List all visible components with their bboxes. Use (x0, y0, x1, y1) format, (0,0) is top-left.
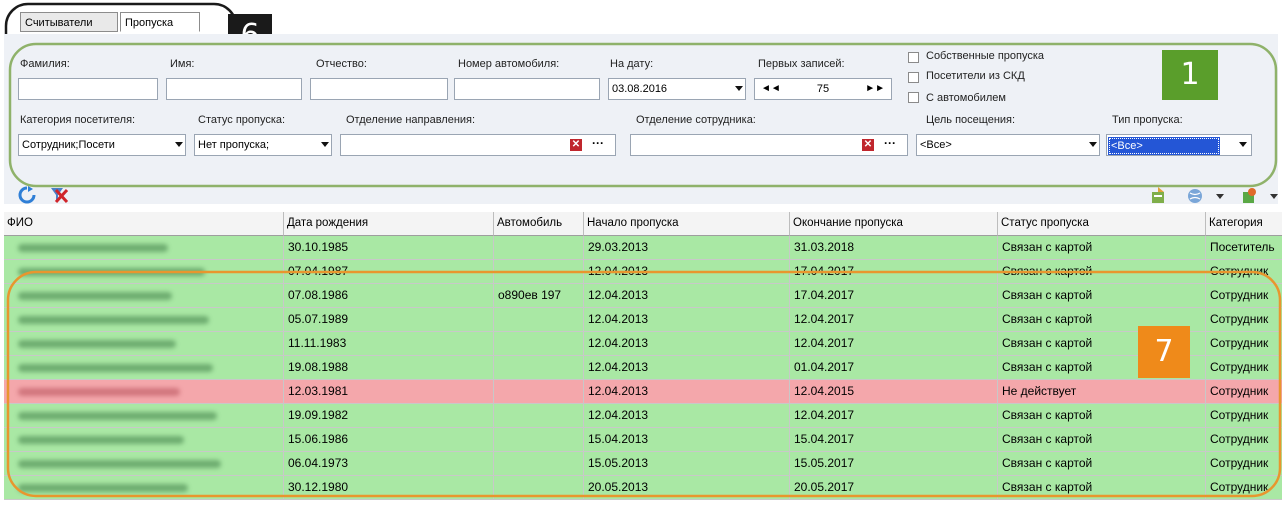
column-header-birth-date[interactable]: Дата рождения (284, 212, 494, 236)
chevron-down-icon[interactable] (1270, 194, 1278, 199)
refresh-icon[interactable] (18, 186, 36, 204)
pass-type-select[interactable]: <Все> (1106, 134, 1252, 156)
chevron-down-icon (1089, 142, 1097, 147)
chevron-down-icon (1239, 142, 1247, 147)
column-header-pass-status[interactable]: Статус пропуска (998, 212, 1206, 236)
pass-status-label: Статус пропуска: (198, 114, 286, 126)
column-header-fio[interactable]: ФИО (4, 212, 284, 236)
own-passes-label: Собственные пропуска (926, 50, 1045, 62)
visitor-category-select[interactable]: Сотрудник;Посети (18, 134, 186, 156)
on-date-label: На дату: (610, 58, 654, 70)
surname-input[interactable] (18, 78, 158, 100)
column-header-car[interactable]: Автомобиль (494, 212, 584, 236)
pass-type-label: Тип пропуска: (1112, 114, 1183, 126)
first-page-icon[interactable]: ◄◄ (761, 79, 781, 99)
globe-icon[interactable] (1186, 187, 1204, 205)
grid-callout-outline (6, 270, 1282, 498)
visit-purpose-label: Цель посещения: (926, 114, 1016, 126)
on-date-picker[interactable]: 03.08.2016 (608, 78, 746, 100)
name-label: Имя: (170, 58, 195, 70)
settings-icon[interactable] (1240, 187, 1258, 205)
pass-status-select[interactable]: Нет пропуска; (194, 134, 332, 156)
skd-visitors-checkbox[interactable] (908, 72, 919, 83)
redacted-name (18, 244, 168, 252)
first-records-value: 75 (816, 83, 830, 95)
visitor-category-value: Сотрудник;Посети (22, 139, 115, 151)
first-records-label: Первых записей: (758, 58, 845, 70)
column-header-category[interactable]: Категория (1206, 212, 1282, 236)
name-input[interactable] (166, 78, 302, 100)
export-icon[interactable] (1150, 186, 1168, 204)
chevron-down-icon (175, 142, 183, 147)
visit-purpose-value: <Все> (920, 139, 952, 151)
own-passes-checkbox[interactable] (908, 52, 919, 63)
last-page-icon[interactable]: ►► (865, 79, 885, 99)
callout-badge-1: 1 (1162, 50, 1218, 100)
visitor-category-label: Категория посетителя: (20, 114, 136, 126)
employee-dept-clear-icon[interactable]: ✕ (862, 139, 874, 151)
column-header-pass-end[interactable]: Окончание пропуска (790, 212, 998, 236)
with-car-checkbox[interactable] (908, 92, 919, 103)
chevron-down-icon (735, 86, 743, 91)
surname-label: Фамилия: (20, 58, 70, 70)
car-number-label: Номер автомобиля: (458, 58, 560, 70)
filter-callout-outline (8, 42, 1278, 188)
patronymic-label: Отчество: (316, 58, 367, 70)
clear-filter-icon[interactable] (50, 186, 69, 204)
first-records-stepper[interactable]: ◄◄ 75 ►► (754, 78, 892, 100)
car-number-input[interactable] (454, 78, 600, 100)
visit-purpose-select[interactable]: <Все> (916, 134, 1100, 156)
column-header-pass-start[interactable]: Начало пропуска (584, 212, 790, 236)
pass-status-value: Нет пропуска; (198, 139, 270, 151)
callout-badge-7: 7 (1138, 326, 1190, 378)
employee-dept-browse-button[interactable]: ··· (884, 136, 896, 150)
referral-dept-label: Отделение направления: (346, 114, 476, 126)
pass-type-value: <Все> (1108, 137, 1220, 155)
patronymic-input[interactable] (310, 78, 448, 100)
employee-dept-label: Отделение сотрудника: (636, 114, 756, 126)
with-car-label: С автомобилем (926, 92, 1006, 104)
referral-dept-clear-icon[interactable]: ✕ (570, 139, 582, 151)
skd-visitors-label: Посетители из СКД (926, 70, 1025, 82)
on-date-value: 03.08.2016 (612, 83, 668, 95)
referral-dept-browse-button[interactable]: ··· (592, 136, 604, 150)
chevron-down-icon[interactable] (1216, 194, 1224, 199)
chevron-down-icon (321, 142, 329, 147)
